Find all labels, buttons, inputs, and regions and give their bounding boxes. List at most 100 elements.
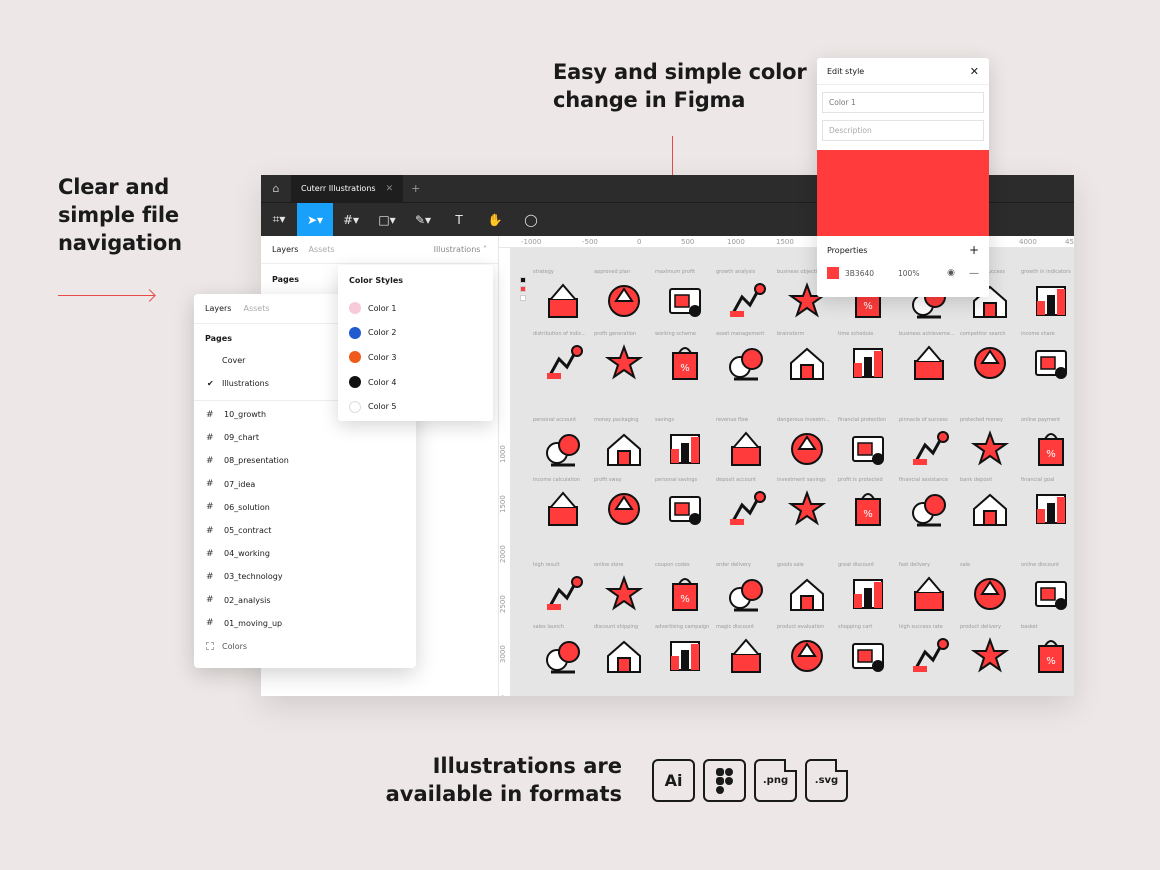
assets-tab[interactable]: Assets (243, 304, 269, 313)
color-style-item[interactable]: Color 2 (349, 321, 482, 346)
illustration-item[interactable]: profit generation (594, 331, 654, 391)
illustration-item[interactable]: personal account (533, 417, 593, 477)
illustration-item[interactable]: asset management (716, 331, 776, 391)
illustration-item[interactable]: brainstorm (777, 331, 837, 391)
home-icon[interactable]: ⌂ (261, 175, 291, 202)
illustration-item[interactable]: sale (960, 562, 1020, 622)
illustration-item[interactable]: product evaluation (777, 624, 837, 684)
illustration-item[interactable]: pinnacle of success (899, 417, 959, 477)
illustration-item[interactable]: order delivery (716, 562, 776, 622)
illustration-item[interactable]: money packaging (594, 417, 654, 477)
illustration-item[interactable]: growth analysis (716, 269, 776, 329)
layers-tab[interactable]: Layers (205, 304, 231, 313)
illustration-item[interactable]: bank deposit (960, 477, 1020, 537)
color-style-item[interactable]: Color 5 (349, 394, 482, 419)
illustration-item[interactable]: discount shipping (594, 624, 654, 684)
text-tool-icon[interactable]: T (441, 203, 477, 237)
illustration-item[interactable]: personal savings (655, 477, 715, 537)
illustration-item[interactable]: dangerous investm... (777, 417, 837, 477)
new-tab-icon[interactable]: + (411, 182, 420, 195)
illustration-item[interactable]: high success rate (899, 624, 959, 684)
illustration-item[interactable]: great discount (838, 562, 898, 622)
figma-menu-icon[interactable]: ⌗▾ (261, 203, 297, 237)
rectangle-tool-icon[interactable]: □▾ (369, 203, 405, 237)
illustration-item[interactable]: savings (655, 417, 715, 477)
illustration-item[interactable]: strategy (533, 269, 593, 329)
layer-item-05_contract[interactable]: #05_contract (194, 519, 416, 542)
illustration-item[interactable]: distribution of indic... (533, 331, 593, 391)
layer-item-03_technology[interactable]: #03_technology (194, 565, 416, 588)
comment-tool-icon[interactable]: ◯ (513, 203, 549, 237)
illustration-image (1035, 350, 1067, 379)
illustration-item[interactable]: growth in indicators (1021, 269, 1074, 329)
illustration-item[interactable]: revenue flow (716, 417, 776, 477)
illustration-image (729, 579, 763, 612)
illustration-item[interactable]: basket% (1021, 624, 1074, 684)
illustration-item[interactable]: magic discount (716, 624, 776, 684)
layer-item-04_working[interactable]: #04_working (194, 542, 416, 565)
illustration-item[interactable]: income share (1021, 331, 1074, 391)
add-icon[interactable]: + (969, 243, 979, 257)
close-icon[interactable]: ✕ (970, 65, 979, 78)
layer-item-08_presentation[interactable]: #08_presentation (194, 449, 416, 472)
move-tool-icon[interactable]: ➤▾ (297, 202, 333, 237)
frame-icon: # (206, 595, 214, 606)
fill-row[interactable]: 3B3640 100% ◉ — (817, 262, 989, 284)
illustration-label: order delivery (716, 562, 751, 568)
layer-item-02_analysis[interactable]: #02_analysis (194, 589, 416, 612)
pen-tool-icon[interactable]: ✎▾ (405, 203, 441, 237)
illustration-item[interactable]: business achieveme... (899, 331, 959, 391)
illustration-item[interactable]: financial protection (838, 417, 898, 477)
illustration-item[interactable]: online discount (1021, 562, 1074, 622)
remove-icon[interactable]: — (969, 268, 979, 279)
color-style-item[interactable]: Color 1 (349, 296, 482, 321)
illustration-item[interactable]: working scheme% (655, 331, 715, 391)
layer-item-09_chart[interactable]: #09_chart (194, 426, 416, 449)
color-style-item[interactable]: Color 4 (349, 370, 482, 395)
illustration-item[interactable]: financial goal (1021, 477, 1074, 537)
layers-tab[interactable]: Layers (272, 245, 298, 254)
illustration-item[interactable]: income calculation (533, 477, 593, 537)
fill-swatch[interactable] (827, 267, 839, 279)
illustration-item[interactable]: coupon codes% (655, 562, 715, 622)
hand-tool-icon[interactable]: ✋ (477, 203, 513, 237)
illustration-item[interactable]: time schedule (838, 331, 898, 391)
illustration-item[interactable]: competitor search (960, 331, 1020, 391)
layer-item-07_idea[interactable]: #07_idea (194, 473, 416, 496)
illustration-item[interactable]: profit is protected% (838, 477, 898, 537)
canvas[interactable]: -1000 -500 0 500 1000 1500 4000 45 1000 … (499, 236, 1074, 696)
illustration-item[interactable]: advertising campaign (655, 624, 715, 684)
file-tab[interactable]: Cuterr Illustrations ✕ (291, 175, 404, 202)
illustration-item[interactable]: approved plan (594, 269, 654, 329)
illustration-item[interactable]: maximum profit (655, 269, 715, 329)
illustration-item[interactable]: fast delivery (899, 562, 959, 622)
opacity-value[interactable]: 100% (898, 269, 919, 278)
layer-item-colors[interactable]: Colors (194, 635, 416, 658)
illustration-item[interactable]: sales launch (533, 624, 593, 684)
hex-value[interactable]: 3B3640 (845, 269, 874, 278)
illustration-item[interactable]: protected money (960, 417, 1020, 477)
eye-icon[interactable]: ◉ (947, 268, 955, 278)
assets-tab[interactable]: Assets (308, 245, 334, 254)
illustration-item[interactable]: online payment% (1021, 417, 1074, 477)
page-selector[interactable]: Illustrations ˄ (434, 245, 487, 254)
illustration-item[interactable]: financial assistance (899, 477, 959, 537)
illustration-item[interactable]: deposit account (716, 477, 776, 537)
illustration-label: goods sale (777, 562, 804, 568)
color-style-item[interactable]: Color 3 (349, 345, 482, 370)
color-dot (349, 351, 361, 364)
description-input[interactable]: Description (822, 120, 984, 141)
illustration-item[interactable]: shopping cart (838, 624, 898, 684)
illustration-item[interactable]: high result (533, 562, 593, 622)
illustration-item[interactable]: goods sale (777, 562, 837, 622)
layer-item-06_solution[interactable]: #06_solution (194, 496, 416, 519)
illustration-item[interactable]: investment savings (777, 477, 837, 537)
illustration-item[interactable]: online store (594, 562, 654, 622)
illustration-label: online store (594, 562, 624, 568)
close-tab-icon[interactable]: ✕ (386, 184, 394, 194)
illustration-item[interactable]: product delivery (960, 624, 1020, 684)
style-name-input[interactable]: Color 1 (822, 92, 984, 113)
layer-item-01_moving_up[interactable]: #01_moving_up (194, 612, 416, 635)
illustration-item[interactable]: profit sway (594, 477, 654, 537)
frame-tool-icon[interactable]: #▾ (333, 203, 369, 237)
